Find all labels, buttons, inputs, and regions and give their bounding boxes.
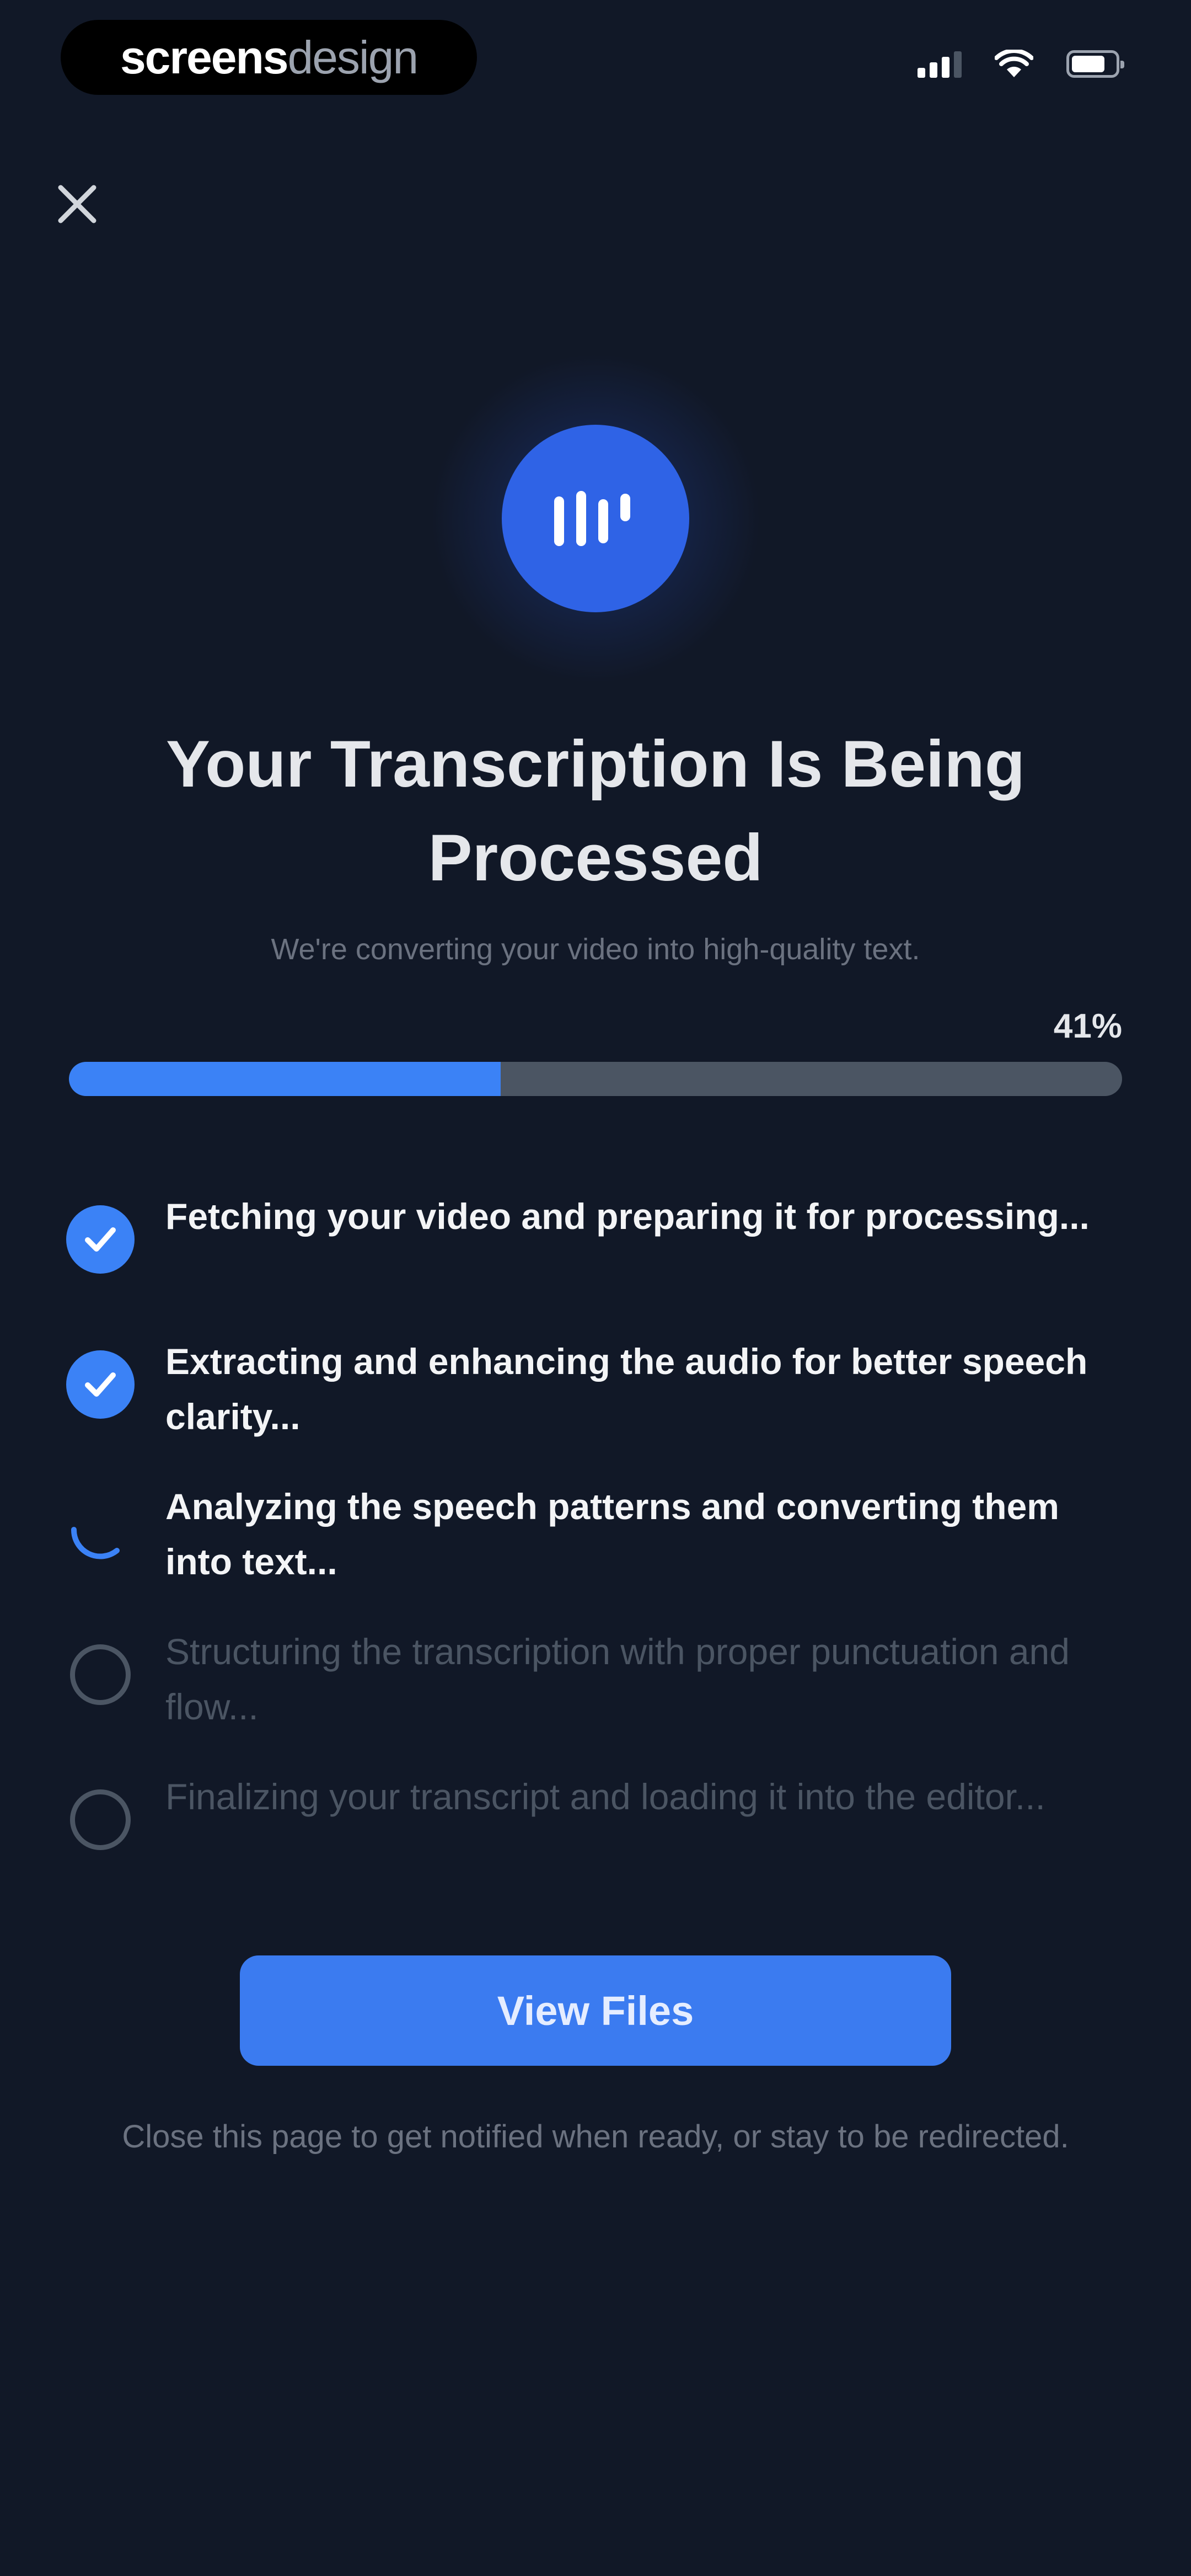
empty-circle-icon bbox=[70, 1789, 131, 1850]
checkmark-icon bbox=[85, 1227, 116, 1252]
processing-steps: Fetching your video and preparing it for… bbox=[66, 1189, 1114, 1914]
check-circle-icon bbox=[66, 1205, 135, 1274]
status-bar: screens design bbox=[0, 0, 1191, 121]
page-title: Your Transcription Is Being Processed bbox=[165, 727, 1025, 895]
footer-note: Close this page to get notified when rea… bbox=[122, 2119, 1069, 2155]
brand-bold-text: screens bbox=[120, 31, 289, 83]
brand-light-text: design bbox=[287, 31, 419, 83]
step-label: Analyzing the speech patterns and conver… bbox=[165, 1486, 1059, 1582]
hero-badge bbox=[502, 425, 689, 612]
step-label: Structuring the transcription with prope… bbox=[165, 1631, 1070, 1727]
empty-circle-icon bbox=[70, 1644, 131, 1705]
checkmark-icon bbox=[85, 1372, 116, 1397]
check-circle-icon bbox=[66, 1350, 135, 1419]
step-label: Finalizing your transcript and loading i… bbox=[165, 1776, 1045, 1817]
step-finalizing: Finalizing your transcript and loading i… bbox=[66, 1769, 1114, 1914]
status-icons bbox=[918, 50, 1124, 78]
step-extracting-audio: Extracting and enhancing the audio for b… bbox=[66, 1334, 1114, 1479]
battery-icon bbox=[1066, 50, 1124, 78]
battery-level bbox=[1072, 56, 1104, 72]
audio-waveform-icon bbox=[554, 491, 630, 546]
step-fetching: Fetching your video and preparing it for… bbox=[66, 1189, 1114, 1334]
page-subtitle: We're converting your video into high-qu… bbox=[271, 933, 920, 966]
close-button[interactable] bbox=[50, 177, 105, 232]
brand-watermark: screens design bbox=[61, 20, 477, 95]
loading-spinner-icon bbox=[66, 1495, 135, 1564]
step-structuring: Structuring the transcription with prope… bbox=[66, 1624, 1114, 1769]
progress-percent: 41% bbox=[1053, 1007, 1122, 1045]
progress-fill bbox=[69, 1062, 501, 1096]
view-files-button[interactable]: View Files bbox=[240, 1955, 951, 2066]
cellular-signal-icon bbox=[918, 50, 962, 78]
spinner-arc bbox=[71, 1527, 120, 1559]
progress-bar bbox=[69, 1062, 1122, 1096]
wifi-icon bbox=[995, 50, 1033, 77]
step-label: Fetching your video and preparing it for… bbox=[165, 1196, 1090, 1237]
step-analyzing-speech: Analyzing the speech patterns and conver… bbox=[66, 1479, 1114, 1624]
close-icon bbox=[58, 185, 96, 223]
step-label: Extracting and enhancing the audio for b… bbox=[165, 1341, 1088, 1437]
